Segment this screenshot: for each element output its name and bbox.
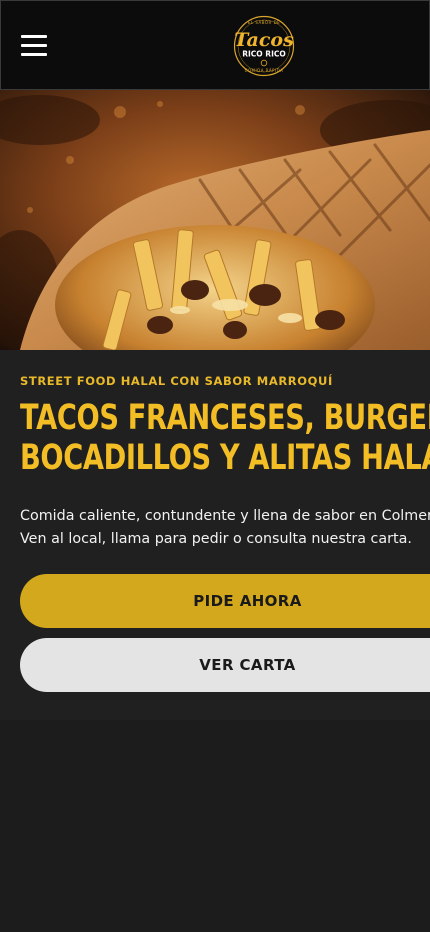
title-line-2: BOCADILLOS Y ALITAS HALAL (20, 438, 430, 478)
view-menu-label: VER CARTA (199, 656, 296, 674)
hamburger-menu-icon[interactable] (21, 35, 49, 57)
order-now-label: PIDE AHORA (193, 592, 302, 610)
view-menu-button[interactable]: VER CARTA (20, 638, 430, 692)
hero-image (0, 90, 430, 350)
title-line-1: TACOS FRANCESES, BURGERS, (20, 398, 430, 438)
description: Comida caliente, contundente y llena de … (20, 505, 430, 551)
description-line-1: Comida caliente, contundente y llena de … (20, 508, 430, 524)
description-line-2: Ven al local, llama para pedir o consult… (20, 531, 412, 547)
site-header: EL SABOR DE Tacos RICO RICO COMIDA RÁPID… (0, 0, 430, 90)
order-now-button[interactable]: PIDE AHORA (20, 574, 430, 628)
logo-bottom-text: RICO RICO (242, 50, 286, 59)
page-title: TACOS FRANCESES, BURGERS, BOCADILLOS Y A… (20, 398, 430, 478)
logo-script-text: Tacos (234, 29, 294, 51)
eyebrow-text: STREET FOOD HALAL CON SABOR MARROQUÍ (20, 374, 333, 388)
page: EL SABOR DE Tacos RICO RICO COMIDA RÁPID… (0, 0, 430, 932)
logo[interactable]: EL SABOR DE Tacos RICO RICO COMIDA RÁPID… (232, 15, 296, 77)
logo-top-text: EL SABOR DE (248, 20, 280, 25)
hero-content: STREET FOOD HALAL CON SABOR MARROQUÍ TAC… (0, 350, 430, 720)
logo-tagline: COMIDA RÁPIDA (245, 68, 284, 73)
